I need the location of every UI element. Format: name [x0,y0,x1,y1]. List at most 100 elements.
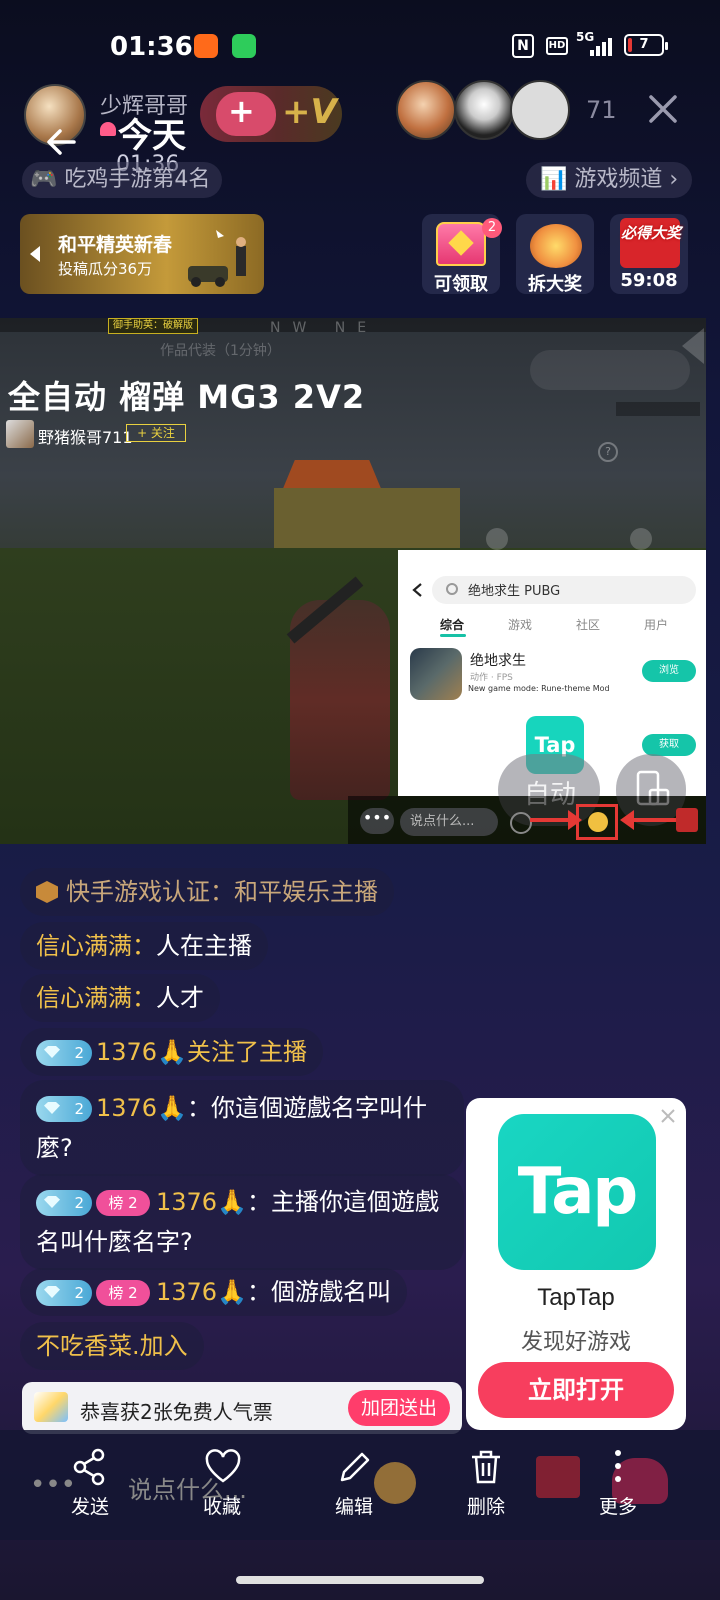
hd-icon: HD [546,37,568,55]
game-channel-tag[interactable]: 📊 游戏频道 › [526,162,693,198]
pip-tab-community[interactable]: 社区 [576,616,600,633]
home-indicator[interactable] [236,1576,484,1584]
chat-user-name[interactable]: 信心满满： [36,984,156,1012]
chat-user-name[interactable]: 信心满满： [36,932,156,960]
grand-prize-timer: 59:08 [620,270,678,291]
heart-outline-icon [205,1449,241,1483]
chat-user-name[interactable]: 1376🙏 [156,1188,247,1216]
system-message-text: 快手游戏认证：和平娱乐主播 [66,878,378,906]
join-send-button[interactable]: 加团送出 [348,1390,450,1426]
streamer-name[interactable]: 野猪猴哥711 [38,424,133,448]
follow-button[interactable]: + 关注 [126,424,186,442]
pip-app-desc: New game mode: Rune-theme Mod [468,684,610,693]
hud-faint-text: 作品代装（1分钟） [160,343,281,359]
pip-browse-button[interactable]: 浏览 [642,660,696,682]
promo-arrow-icon [30,246,40,262]
edit-action[interactable]: 编辑 [314,1448,394,1522]
bars-icon: 📊 [540,167,568,192]
viewer-avatar[interactable] [396,80,456,140]
pip-tab-games[interactable]: 游戏 [508,616,532,633]
chat-user-name[interactable]: 1376🙏 [96,1094,187,1122]
close-icon[interactable] [646,92,680,126]
underlying-gift-icon [536,1456,580,1498]
status-time: 01:36 [110,32,193,62]
ad-app-name: TapTap [537,1284,615,1311]
chat-message[interactable]: 信心满满：人在主播 [20,922,268,970]
signal-icon [590,36,616,56]
pip-tab-indicator [440,634,466,637]
promo-title: 和平精英新春 [58,234,173,256]
promo-subtitle: 投稿瓜分36万 [58,260,153,278]
viewer-avatar[interactable] [510,80,570,140]
ad-close-icon[interactable] [660,1108,676,1124]
chat-user-name[interactable]: 1376🙏 [96,1038,187,1066]
ad-subtitle: 发现好游戏 [520,1330,631,1355]
pip-handle-icon [486,528,508,550]
pip-search-text: 绝地求生 PUBG [468,584,561,599]
gamepad-icon: 🎮 [30,167,58,192]
pubg-app-icon[interactable] [410,648,462,700]
level-badge: 2 [36,1040,92,1066]
pip-app-name: 绝地求生 [470,653,526,669]
chat-message[interactable]: 2榜 2 1376🙏：個游戲名叫 [20,1268,407,1316]
pip-tab-users[interactable]: 用户 [644,616,668,633]
rank-tag[interactable]: 🎮 吃鸡手游第4名 [22,162,223,198]
sky-decoration [530,350,690,390]
chevron-right-icon: › [669,167,679,192]
chat-message[interactable]: 信心满满：人才 [20,974,220,1022]
chat-message[interactable]: 2 1376🙏：你這個遊戲名字叫什麼? [20,1080,464,1176]
back-arrow-icon[interactable] [42,122,82,162]
battery-icon: 7 [624,34,668,56]
small-heart-icon [100,122,116,136]
pip-get-button[interactable]: 获取 [642,734,696,756]
viewer-count[interactable]: 71 [586,96,617,124]
claim-gift-label: 可领取 [434,274,488,295]
nfc-icon: N [512,34,534,58]
open-app-button[interactable]: 立即打开 [478,1362,674,1418]
prize-pot-icon [530,224,582,268]
chat-user-name[interactable]: 1376🙏 [156,1278,247,1306]
coin-icon[interactable] [588,812,608,832]
open-prize-label: 拆大奖 [528,274,582,295]
pip-back-icon[interactable] [410,582,426,598]
pip-tab-all[interactable]: 综合 [440,616,464,633]
delete-action[interactable]: 删除 [446,1448,526,1522]
pip-handle-icon [630,528,652,550]
send-label: 发送 [70,1496,109,1518]
video-more-button[interactable]: ••• [360,808,394,834]
delete-label: 删除 [466,1496,505,1518]
v-plus-label: +V [282,92,337,132]
edit-label: 编辑 [334,1496,373,1518]
grand-prize-text: 必得大奖 [620,224,681,242]
taptap-logo-icon[interactable]: Tap [498,1114,656,1270]
chat-user-name[interactable]: 不吃香菜.加入 [36,1332,188,1360]
link-icon[interactable] [510,812,532,834]
ticket-icon [34,1392,68,1422]
favorite-label: 收藏 [202,1496,241,1518]
send-action[interactable]: 发送 [50,1448,130,1522]
video-comment-input[interactable]: 说点什么... [400,808,498,836]
trash-icon [472,1450,500,1484]
hud-timer [616,402,700,416]
chat-message[interactable]: 不吃香菜.加入 [20,1322,204,1370]
chat-message[interactable]: 2榜 2 1376🙏：主播你這個遊戲名叫什麼名字? [20,1174,464,1270]
level-badge: 2 [36,1280,92,1306]
viewer-avatar[interactable] [454,80,514,140]
favorite-action[interactable]: 收藏 [182,1448,262,1522]
ticket-text: 恭喜获2张免费人气票 [80,1400,273,1424]
more-label: 更多 [598,1496,637,1518]
battery-level: 7 [639,37,649,52]
pip-app-category: 动作 · FPS [470,673,513,683]
streamer-avatar[interactable] [6,420,34,448]
level-badge: 2 [36,1190,92,1216]
chat-message[interactable]: 2 1376🙏关注了主播 [20,1028,323,1076]
rank-tag-label: 吃鸡手游第4名 [64,167,211,192]
house-body [274,488,460,552]
share-icon [73,1448,105,1486]
rank-badge: 榜 2 [96,1280,150,1306]
more-action[interactable]: 更多 [578,1448,658,1522]
promo-soldier-icon [188,230,246,287]
page-title: 今天 [118,116,186,156]
chat-text: ：個游戲名叫 [246,1278,391,1306]
gift-icon[interactable] [676,808,698,832]
